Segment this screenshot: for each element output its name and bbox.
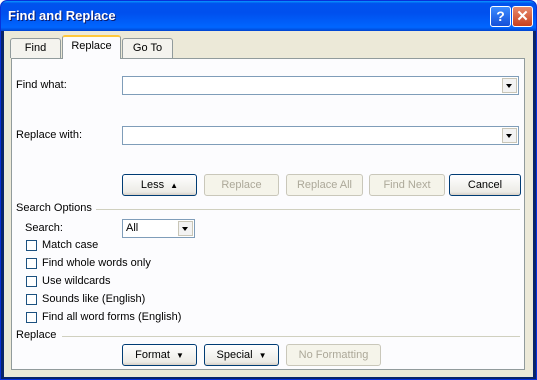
search-direction-dropdown-icon[interactable] [178,221,193,236]
tab-goto[interactable]: Go To [122,38,173,58]
find-what-label: Find what: [16,79,67,91]
replace-button[interactable]: Replace [204,174,279,196]
format-dropdown-icon: ▼ [175,351,184,360]
replace-tab-panel: Find what: Replace with: Less ▲ Replace R… [11,58,525,370]
match-case-checkbox[interactable] [26,240,37,251]
tab-replace[interactable]: Replace [62,35,121,59]
whole-words-checkbox[interactable] [26,258,37,269]
sounds-like-label[interactable]: Sounds like (English) [42,293,145,305]
replace-section-title: Replace [16,329,57,341]
find-next-button[interactable]: Find Next [369,174,445,196]
close-icon: ✕ [516,8,529,25]
replace-section-divider [62,336,520,337]
special-button-label: Special [216,349,253,361]
collapse-up-icon: ▲ [170,181,179,190]
tab-goto-label: Go To [132,42,163,54]
less-button[interactable]: Less ▲ [122,174,197,196]
search-options-title: Search Options [16,202,92,214]
cancel-button[interactable]: Cancel [449,174,521,196]
less-button-label: Less [140,179,165,191]
special-button[interactable]: Special ▼ [204,344,279,366]
use-wildcards-checkbox[interactable] [26,276,37,287]
replace-all-button-label: Replace All [296,179,353,191]
tab-find[interactable]: Find [10,38,61,58]
whole-words-label[interactable]: Find whole words only [42,257,151,269]
no-formatting-button[interactable]: No Formatting [286,344,381,366]
tab-replace-label: Replace [71,40,112,52]
sounds-like-checkbox[interactable] [26,294,37,305]
search-options-divider [96,209,520,210]
tab-find-label: Find [24,42,47,54]
format-button-label: Format [135,349,170,361]
find-what-combobox[interactable] [122,76,519,95]
help-icon: ? [496,8,505,24]
find-what-dropdown-icon[interactable] [502,78,517,93]
search-direction-select[interactable]: All [122,219,195,238]
format-button[interactable]: Format ▼ [122,344,197,366]
cancel-button-label: Cancel [467,179,503,191]
search-direction-label: Search: [25,222,63,234]
search-direction-value: All [126,222,139,234]
replace-button-label: Replace [221,179,262,191]
help-button[interactable]: ? [490,6,511,27]
close-button[interactable]: ✕ [512,6,533,27]
replace-with-dropdown-icon[interactable] [502,128,517,143]
no-formatting-button-label: No Formatting [298,349,369,361]
special-dropdown-icon: ▼ [258,351,267,360]
dialog-client-area: Find Replace Go To Find what: Replace wi… [4,31,533,377]
word-forms-label[interactable]: Find all word forms (English) [42,311,181,323]
find-next-button-label: Find Next [383,179,431,191]
match-case-label[interactable]: Match case [42,239,98,251]
find-replace-dialog: Find and Replace ? ✕ Find Replace Go To … [0,0,537,380]
title-bar[interactable]: Find and Replace ? ✕ [1,1,536,31]
use-wildcards-label[interactable]: Use wildcards [42,275,110,287]
replace-all-button[interactable]: Replace All [286,174,363,196]
replace-with-label: Replace with: [16,129,83,141]
window-title: Find and Replace [8,8,116,23]
word-forms-checkbox[interactable] [26,312,37,323]
replace-with-combobox[interactable] [122,126,519,145]
